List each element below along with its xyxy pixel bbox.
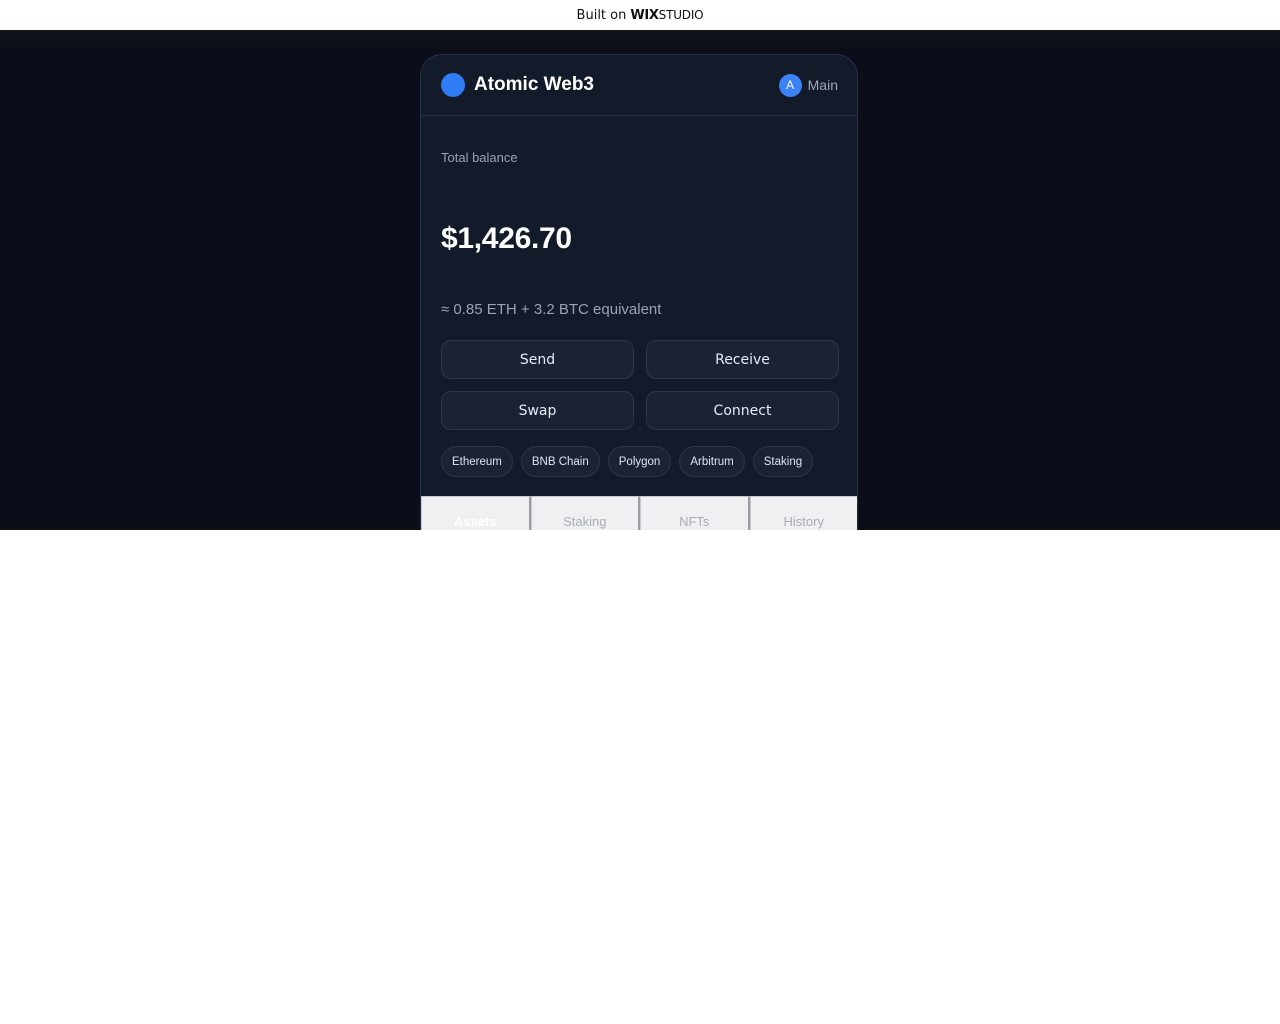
account-switcher[interactable]: A Main <box>778 73 838 97</box>
chip-ethereum[interactable]: Ethereum <box>441 446 513 477</box>
banner-brand-light: STUDIO <box>658 8 704 22</box>
chip-bnb-chain[interactable]: BNB Chain <box>520 446 600 477</box>
balance-value: $1,426.70 <box>441 222 572 255</box>
wallet-card: Atomic Web3 A Main Total balance $1,426.… <box>420 54 858 530</box>
chip-arbitrum[interactable]: Arbitrum <box>679 446 745 477</box>
wallet-header: Atomic Web3 A Main <box>421 55 857 116</box>
balance-equivalent: ≈ 0.85 ETH + 3.2 BTC equivalent <box>441 301 662 318</box>
chain-chips: Ethereum BNB Chain Polygon Arbitrum Stak… <box>441 446 837 477</box>
banner-brand-bold: WIX <box>630 7 659 23</box>
page-background: Atomic Web3 A Main Total balance $1,426.… <box>0 30 1280 530</box>
tab-assets[interactable]: Assets <box>421 496 531 530</box>
wallet-body: Total balance $1,426.70 ≈ 0.85 ETH + 3.2… <box>421 150 857 477</box>
avatar: A <box>778 73 802 97</box>
chip-polygon[interactable]: Polygon <box>607 446 672 477</box>
tab-history[interactable]: History <box>749 496 857 530</box>
tab-nfts[interactable]: NFTs <box>640 496 750 530</box>
connect-button[interactable]: Connect <box>646 391 839 430</box>
account-label: Main <box>807 77 838 93</box>
receive-button[interactable]: Receive <box>646 340 839 379</box>
action-buttons: Send Receive Swap Connect <box>441 340 839 430</box>
brand: Atomic Web3 <box>441 73 594 97</box>
app-title: Atomic Web3 <box>474 74 595 95</box>
tab-staking[interactable]: Staking <box>530 496 640 530</box>
banner-prefix: Built on <box>576 7 627 23</box>
chip-staking[interactable]: Staking <box>752 446 814 477</box>
balance-label: Total balance <box>441 150 518 165</box>
swap-button[interactable]: Swap <box>441 391 634 430</box>
wallet-tabs: Assets Staking NFTs History <box>421 496 857 530</box>
logo-icon <box>441 73 465 97</box>
wix-studio-banner[interactable]: Built on WIX STUDIO <box>0 0 1280 31</box>
send-button[interactable]: Send <box>441 340 634 379</box>
